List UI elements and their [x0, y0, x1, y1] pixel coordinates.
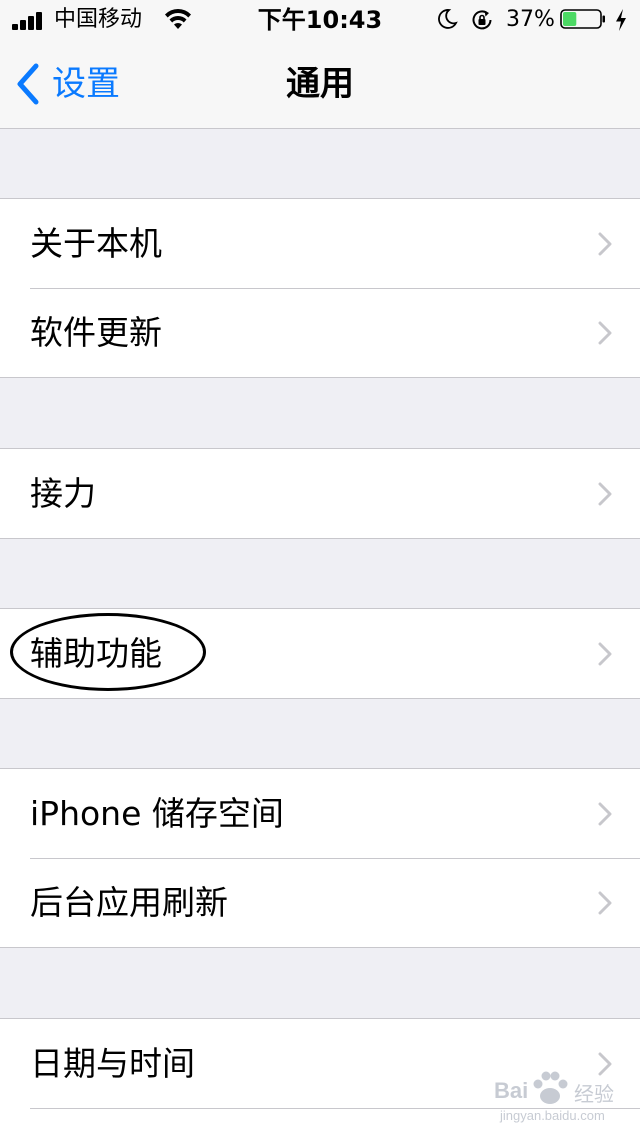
- row-label: 后台应用刷新: [30, 883, 228, 922]
- row-label: 辅助功能: [30, 634, 162, 673]
- chevron-right-icon: [598, 482, 612, 506]
- row-label: 关于本机: [30, 224, 162, 263]
- row-handoff[interactable]: 接力: [0, 449, 640, 538]
- settings-group-handoff: 接力: [0, 448, 640, 539]
- row-accessibility[interactable]: 辅助功能: [0, 609, 640, 698]
- do-not-disturb-moon-icon: [438, 9, 458, 29]
- rotation-lock-icon: [472, 10, 492, 30]
- chevron-right-icon: [598, 232, 612, 256]
- chevron-right-icon: [598, 891, 612, 915]
- baidu-jingyan-watermark: Bai 经验 jingyan.baidu.com: [494, 1064, 634, 1130]
- chevron-right-icon: [598, 642, 612, 666]
- battery-level-fill: [563, 12, 577, 26]
- row-label: iPhone 储存空间: [30, 794, 284, 833]
- watermark-brand: Bai: [494, 1078, 529, 1103]
- row-label: 软件更新: [30, 313, 162, 352]
- watermark-brand-suffix: 经验: [574, 1082, 614, 1106]
- battery-icon: [560, 9, 605, 29]
- settings-group-storage: iPhone 储存空间 后台应用刷新: [0, 768, 640, 948]
- row-software-update[interactable]: 软件更新: [0, 288, 640, 377]
- chevron-right-icon: [598, 321, 612, 345]
- row-background-app-refresh[interactable]: 后台应用刷新: [0, 858, 640, 947]
- status-bar: 中国移动 下午10:43 37%: [0, 0, 640, 40]
- row-label: 日期与时间: [30, 1044, 195, 1083]
- row-iphone-storage[interactable]: iPhone 储存空间: [0, 769, 640, 858]
- paw-logo-icon: [533, 1071, 568, 1104]
- row-label: 接力: [30, 474, 96, 513]
- chevron-right-icon: [598, 802, 612, 826]
- battery-percent: 37%: [506, 7, 555, 32]
- charging-bolt-icon: [616, 9, 626, 31]
- row-about[interactable]: 关于本机: [0, 199, 640, 288]
- page-title: 通用: [286, 64, 354, 104]
- settings-group-accessibility: 辅助功能: [0, 608, 640, 699]
- watermark-url: jingyan.baidu.com: [500, 1108, 605, 1123]
- settings-group-about: 关于本机 软件更新: [0, 198, 640, 378]
- navigation-bar: 设置 通用: [0, 40, 640, 129]
